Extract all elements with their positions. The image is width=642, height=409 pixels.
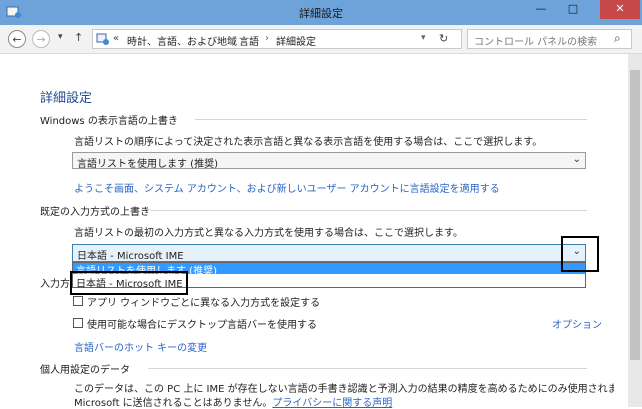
address-bar[interactable]: « 時計、言語、および地域 › 言語 › 詳細設定 ▾ ↻ [92,29,462,49]
per-app-input-method-checkbox[interactable] [73,296,83,306]
section-divider [148,368,587,369]
breadcrumb-overflow-chevron[interactable]: « [113,33,119,44]
search-input[interactable]: コントロール パネルの検索 [474,33,597,48]
annotation-box-selected-option [70,271,188,295]
control-panel-icon [96,33,109,45]
refresh-icon[interactable]: ↻ [439,32,448,45]
language-bar-options-link[interactable]: オプション [552,316,602,331]
navigation-bar: ← → ▾ ↑ « 時計、言語、および地域 › 言語 › 詳細設定 ▾ ↻ コン… [0,25,642,54]
recent-locations-dropdown[interactable]: ▾ [58,32,63,42]
personalization-description: このデータは、この PC 上に IME が存在しない言語の手書き認識と予測入力の… [74,384,614,395]
annotation-box-dropdown-arrow [561,236,599,272]
display-language-select[interactable]: 言語リストを使用します (推奨) ⌄ [72,152,586,170]
input-method-select[interactable]: 日本語 - Microsoft IME ⌄ [72,244,586,262]
input-method-description: 言語リストの最初の入力方式と異なる入力方式を使用する場合は、ここで選択します。 [74,228,463,239]
title-bar: 詳細設定 — □ ✕ [0,0,642,25]
scrollbar-thumb[interactable] [630,70,640,360]
breadcrumb-separator: › [265,33,269,44]
section-divider [150,210,587,211]
input-method-select-value: 日本語 - Microsoft IME [77,251,184,262]
section-heading-personalization-data: 個人用設定のデータ [40,365,130,376]
maximize-button[interactable]: □ [560,0,586,19]
search-box[interactable]: コントロール パネルの検索 ⌕ [467,29,632,49]
privacy-statement-link[interactable]: プライバシーに関する声明 [272,398,392,409]
page-title: 詳細設定 [40,91,93,106]
section-heading-input-method: 既定の入力方式の上書き [40,207,150,218]
personalization-description-text: Microsoft に送信されることはありません。 [74,398,273,409]
language-bar-hotkeys-link[interactable]: 言語バーのホット キーの変更 [74,339,207,354]
chevron-down-icon: ⌄ [572,154,581,165]
minimize-button[interactable]: — [528,0,554,19]
section-heading-input-switching: 入力方 [40,279,70,290]
breadcrumb-item-language[interactable]: 言語 [239,33,259,48]
display-language-select-value: 言語リストを使用します (推奨) [77,159,218,170]
display-language-description: 言語リストの順序によって決定された表示言語と異なる表示言語を使用する場合は、ここ… [74,137,543,148]
close-button[interactable]: ✕ [600,0,640,19]
breadcrumb-item-clock-language-region[interactable]: 時計、言語、および地域 [127,33,237,48]
search-icon[interactable]: ⌕ [614,31,621,46]
section-divider [195,119,587,120]
breadcrumb-item-advanced-settings[interactable]: 詳細設定 [276,33,316,48]
up-button[interactable]: ↑ [74,31,83,44]
address-dropdown-arrow[interactable]: ▾ [421,33,426,43]
per-app-input-method-label: アプリ ウィンドウごとに異なる入力方式を設定する [87,298,321,309]
desktop-language-bar-label: 使用可能な場合にデスクトップ言語バーを使用する [87,320,317,331]
desktop-language-bar-checkbox[interactable] [73,318,83,328]
breadcrumb-separator: › [228,33,232,44]
apply-language-settings-link[interactable]: ようこそ画面、システム アカウント、および新しいユーザー アカウントに言語設定を… [74,180,500,195]
forward-button[interactable]: → [32,30,50,48]
back-button[interactable]: ← [8,30,26,48]
section-heading-display-language: Windows の表示言語の上書き [40,116,178,127]
